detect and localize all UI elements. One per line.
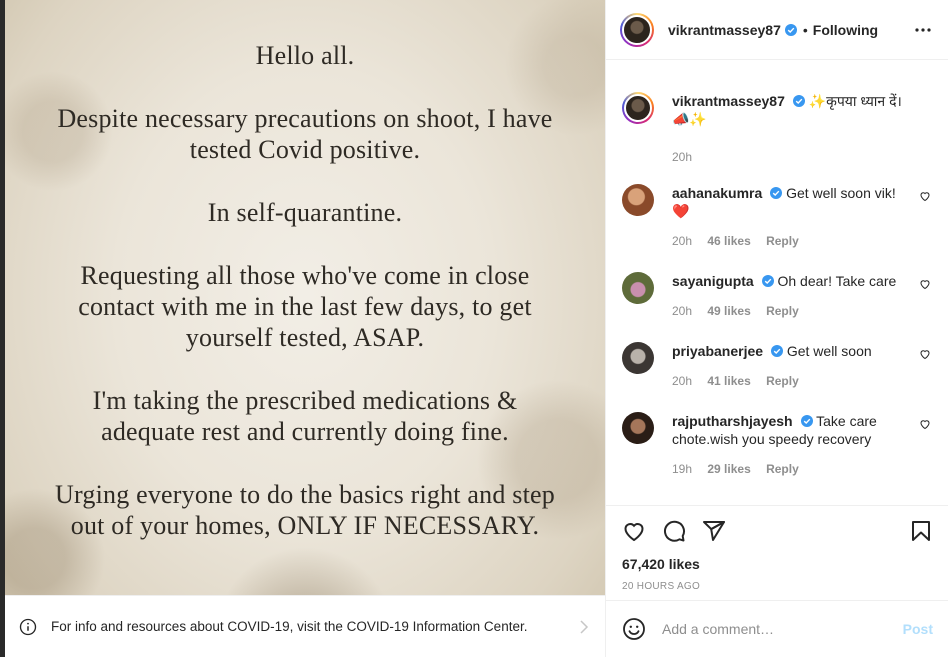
comment-username[interactable]: rajputharshjayesh: [672, 413, 793, 429]
post-line: Requesting all those who've come in clos…: [78, 261, 532, 352]
post-actions: 67,420 likes 20 HOURS AGO: [606, 505, 948, 600]
post-line: Urging everyone to do the basics right a…: [55, 480, 555, 540]
caption-time[interactable]: 20h: [672, 150, 692, 164]
reply-button[interactable]: Reply: [766, 462, 799, 476]
comment-body: sayanigupta Oh dear! Take care 20h 49 li…: [672, 272, 933, 320]
more-options-icon[interactable]: [914, 21, 932, 39]
post-time-ago[interactable]: 20 HOURS AGO: [622, 581, 933, 592]
bookmark-icon[interactable]: [909, 519, 933, 543]
comment-likes[interactable]: 46 likes: [707, 234, 750, 248]
comment-item: rajputharshjayesh Take care chote.wish y…: [622, 412, 933, 478]
caption-body: vikrantmassey87 ✨कृपया ध्यान दें।📣✨ 20h: [672, 92, 933, 166]
comment-item: aahanakumra Get well soon vik! ❤️ 20h 46…: [622, 184, 933, 250]
comment-item: sayanigupta Oh dear! Take care 20h 49 li…: [622, 272, 933, 320]
avatar[interactable]: [622, 342, 654, 374]
following-button[interactable]: Following: [813, 22, 878, 38]
comment-body: rajputharshjayesh Take care chote.wish y…: [672, 412, 933, 478]
instagram-post-modal: Hello all. Despite necessary precautions…: [0, 0, 948, 657]
post-line: In self-quarantine.: [207, 198, 403, 227]
comment-time[interactable]: 20h: [672, 304, 692, 318]
comment-time[interactable]: 20h: [672, 374, 692, 388]
post-line: I'm taking the prescribed medications & …: [92, 386, 518, 446]
post-comment-button[interactable]: Post: [903, 621, 933, 637]
avatar[interactable]: [620, 12, 654, 47]
verified-badge-icon: [770, 345, 783, 357]
post-image: Hello all. Despite necessary precautions…: [5, 0, 605, 657]
comment-input[interactable]: [662, 621, 903, 637]
covid-info-banner[interactable]: For info and resources about COVID-19, v…: [5, 595, 605, 657]
info-icon: [19, 618, 37, 635]
comment-body: aahanakumra Get well soon vik! ❤️ 20h 46…: [672, 184, 933, 250]
comment-item: priyabanerjee Get well soon 20h 41 likes…: [622, 342, 933, 390]
like-comment-heart-icon[interactable]: [919, 348, 931, 360]
comment-username[interactable]: priyabanerjee: [672, 343, 763, 359]
avatar[interactable]: [622, 272, 654, 304]
comment-text: Get well soon: [786, 343, 872, 359]
post-image-text: Hello all. Despite necessary precautions…: [5, 40, 605, 573]
comment-username[interactable]: sayanigupta: [672, 273, 754, 289]
reply-button[interactable]: Reply: [766, 234, 799, 248]
avatar[interactable]: [622, 412, 654, 444]
comment-meta: 20h 46 likes Reply: [672, 232, 903, 250]
post-line: Hello all.: [255, 41, 355, 70]
caption-username[interactable]: vikrantmassey87: [672, 93, 785, 109]
like-heart-icon[interactable]: [622, 519, 646, 543]
avatar[interactable]: [622, 184, 654, 216]
comment-text: Oh dear! Take care: [777, 273, 897, 289]
comment-likes[interactable]: 29 likes: [707, 462, 750, 476]
comments-list[interactable]: vikrantmassey87 ✨कृपया ध्यान दें।📣✨ 20h …: [606, 60, 948, 505]
action-bar: [622, 506, 933, 556]
emoji-smiley-icon[interactable]: [622, 617, 646, 641]
like-comment-heart-icon[interactable]: [919, 418, 931, 430]
comment-likes[interactable]: 41 likes: [707, 374, 750, 388]
comment-meta: 19h 29 likes Reply: [672, 460, 903, 478]
post-header: vikrantmassey87 • Following: [606, 0, 948, 60]
separator-dot: •: [802, 21, 808, 38]
verified-badge-icon: [784, 23, 797, 36]
verified-badge-icon: [800, 415, 813, 427]
reply-button[interactable]: Reply: [766, 374, 799, 388]
comment-likes[interactable]: 49 likes: [707, 304, 750, 318]
covid-info-text: For info and resources about COVID-19, v…: [51, 618, 528, 634]
like-comment-heart-icon[interactable]: [919, 190, 931, 202]
likes-count[interactable]: 67,420 likes: [622, 556, 933, 572]
comment-meta: 20h 41 likes Reply: [672, 372, 903, 390]
chevron-right-icon: [580, 619, 589, 634]
caption: vikrantmassey87 ✨कृपया ध्यान दें।📣✨ 20h: [622, 92, 933, 166]
avatar[interactable]: [622, 92, 654, 124]
comment-bubble-icon[interactable]: [662, 519, 686, 543]
comment-time[interactable]: 20h: [672, 234, 692, 248]
verified-badge-icon: [770, 187, 783, 199]
comment-time[interactable]: 19h: [672, 462, 692, 476]
like-comment-heart-icon[interactable]: [919, 278, 931, 290]
share-paper-plane-icon[interactable]: [702, 519, 726, 543]
caption-meta: 20h: [672, 148, 903, 166]
post-line: Despite necessary precautions on shoot, …: [57, 104, 553, 164]
comment-username[interactable]: aahanakumra: [672, 185, 762, 201]
comment-body: priyabanerjee Get well soon 20h 41 likes…: [672, 342, 933, 390]
verified-badge-icon: [792, 95, 805, 107]
header-username[interactable]: vikrantmassey87: [668, 22, 781, 38]
add-comment-bar: Post: [606, 600, 948, 657]
comment-meta: 20h 49 likes Reply: [672, 302, 903, 320]
post-side-panel: vikrantmassey87 • Following vikrantmasse…: [605, 0, 948, 657]
reply-button[interactable]: Reply: [766, 304, 799, 318]
verified-badge-icon: [761, 275, 774, 287]
